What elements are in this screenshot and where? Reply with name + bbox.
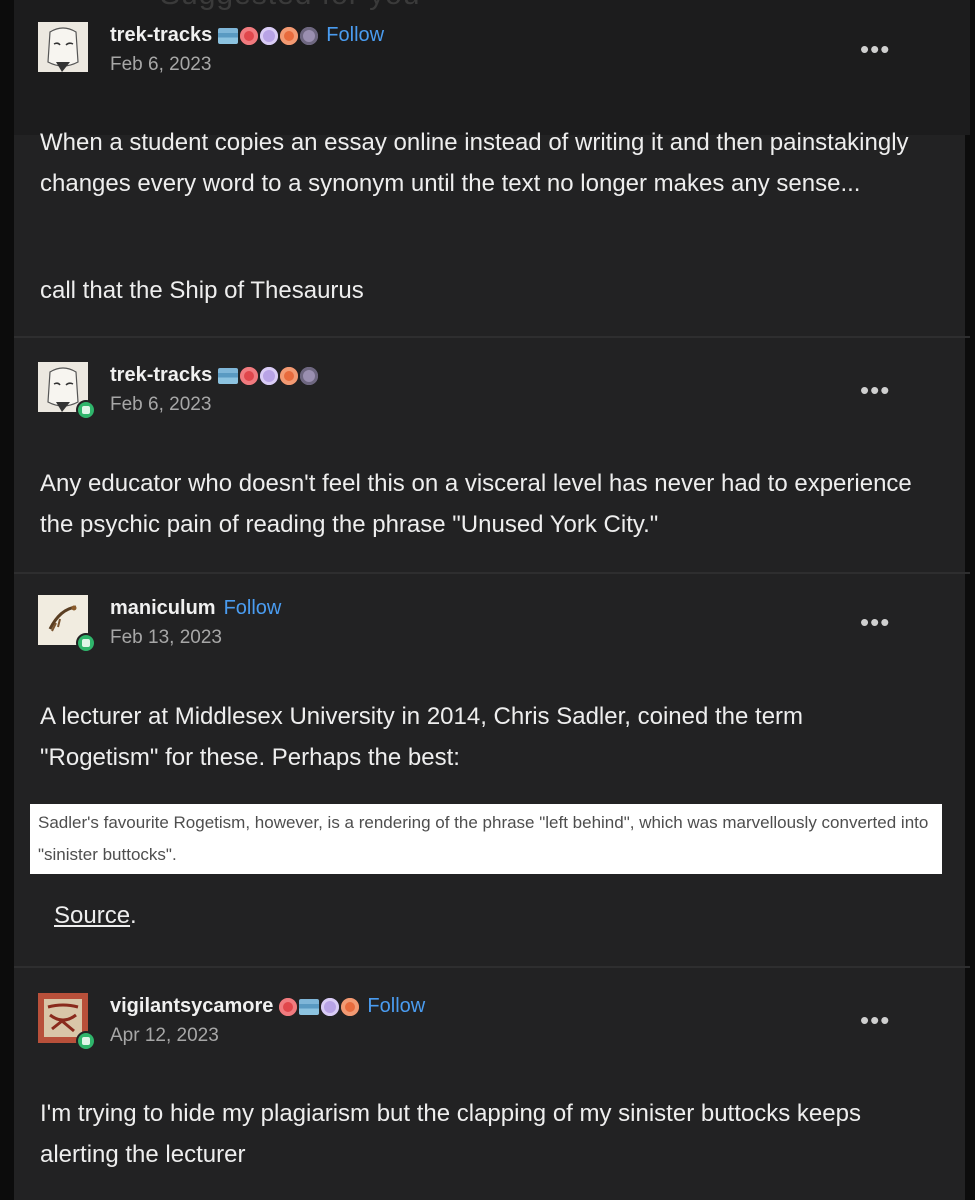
orange-badge-icon xyxy=(280,366,299,385)
badge-icons xyxy=(279,997,360,1016)
follow-button[interactable]: Follow xyxy=(224,597,282,620)
username[interactable]: trek-tracks xyxy=(110,24,212,47)
username[interactable]: vigilantsycamore xyxy=(110,995,273,1018)
scroll-badge-icon xyxy=(218,367,239,384)
gray-badge-icon xyxy=(300,26,319,45)
avatar-image xyxy=(38,22,88,72)
avatar[interactable] xyxy=(38,993,96,1051)
quote-text: Sadler's favourite Rogetism, however, is… xyxy=(38,813,929,864)
more-options-icon[interactable]: ••• xyxy=(860,36,890,62)
divider xyxy=(14,336,970,338)
quote-excerpt: Sadler's favourite Rogetism, however, is… xyxy=(30,804,942,874)
left-edge xyxy=(0,0,14,1200)
purple-badge-icon xyxy=(321,997,340,1016)
badge-icons xyxy=(218,26,319,45)
avatar[interactable] xyxy=(38,22,88,72)
red-badge-icon xyxy=(240,26,259,45)
more-options-icon[interactable]: ••• xyxy=(860,1007,890,1033)
divider xyxy=(14,966,970,968)
reblog-badge-icon xyxy=(76,1031,96,1051)
orange-badge-icon xyxy=(280,26,299,45)
post-text: call that the Ship of Thesaurus xyxy=(40,277,364,304)
badge-icons xyxy=(218,366,319,385)
source-link[interactable]: Source xyxy=(54,902,130,929)
username[interactable]: maniculum xyxy=(110,597,216,620)
avatar[interactable] xyxy=(38,595,96,653)
more-options-icon[interactable]: ••• xyxy=(860,377,890,403)
source-period: . xyxy=(130,902,137,929)
scroll-badge-icon xyxy=(218,27,239,44)
red-badge-icon xyxy=(240,366,259,385)
suggested-heading: Suggested for you xyxy=(160,0,421,12)
purple-badge-icon xyxy=(260,26,279,45)
post-text: Any educator who doesn't feel this on a … xyxy=(40,470,912,538)
reblog-badge-icon xyxy=(76,400,96,420)
follow-button[interactable]: Follow xyxy=(367,995,425,1018)
post-text: When a student copies an essay online in… xyxy=(40,129,909,197)
more-options-icon[interactable]: ••• xyxy=(860,609,890,635)
post-text: I'm trying to hide my plagiarism but the… xyxy=(40,1100,861,1168)
post-date[interactable]: Feb 13, 2023 xyxy=(110,627,222,649)
scroll-badge-icon xyxy=(299,998,320,1015)
post-date[interactable]: Feb 6, 2023 xyxy=(110,394,211,416)
follow-button[interactable]: Follow xyxy=(326,24,384,47)
right-edge xyxy=(965,0,975,1200)
red-badge-icon xyxy=(279,997,298,1016)
reblog-badge-icon xyxy=(76,633,96,653)
avatar[interactable] xyxy=(38,362,96,420)
orange-badge-icon xyxy=(341,997,360,1016)
post-text: A lecturer at Middlesex University in 20… xyxy=(40,703,804,771)
username[interactable]: trek-tracks xyxy=(110,364,212,387)
post-date[interactable]: Apr 12, 2023 xyxy=(110,1025,219,1047)
gray-badge-icon xyxy=(300,366,319,385)
divider xyxy=(14,572,970,574)
source-line: Source. xyxy=(54,902,137,930)
purple-badge-icon xyxy=(260,366,279,385)
post-date[interactable]: Feb 6, 2023 xyxy=(110,54,211,76)
